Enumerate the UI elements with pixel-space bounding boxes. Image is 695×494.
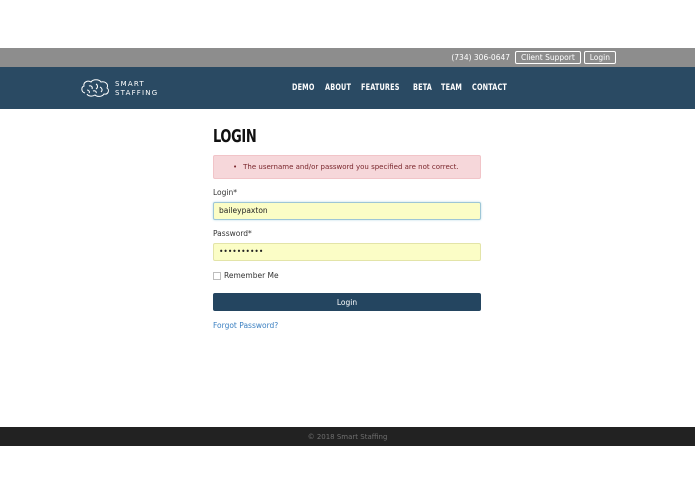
error-message: The username and/or password you specifi… [243,163,459,171]
client-support-button[interactable]: Client Support [515,51,581,64]
phone-number[interactable]: (734) 306-0647 [451,53,510,62]
password-input[interactable]: •••••••••• [213,243,481,261]
top-login-button[interactable]: Login [583,51,616,64]
login-input[interactable]: baileypaxton [213,202,481,220]
logo-text: SMART STAFFING [115,80,158,98]
logo-line-1: SMART [115,79,145,88]
login-submit-button[interactable]: Login [213,293,481,311]
logo[interactable]: SMART STAFFING [79,78,158,99]
bullet-icon: • [233,163,238,171]
remember-me-label: Remember Me [224,271,279,280]
page-title: LOGIN [213,126,257,147]
nav-links: DEMO ABOUT FEATURES BETA TEAM CONTACT [292,67,519,109]
nav-contact[interactable]: CONTACT [472,83,507,93]
login-label: Login* [213,188,237,197]
logo-line-2: STAFFING [115,88,159,97]
footer: © 2018 Smart Staffing [0,427,695,446]
nav-team[interactable]: TEAM [441,83,462,93]
brain-icon [79,78,111,99]
nav-about[interactable]: ABOUT [325,83,351,93]
nav-beta[interactable]: BETA [413,83,432,93]
forgot-password-link[interactable]: Forgot Password? [213,321,481,330]
remember-me[interactable]: Remember Me [213,271,481,280]
nav-features[interactable]: FEATURES [361,83,400,93]
login-form: LOGIN • The username and/or password you… [213,126,481,330]
password-label: Password* [213,229,252,238]
top-utility-bar: (734) 306-0647 Client Support Login [0,48,695,67]
nav-demo[interactable]: DEMO [292,83,315,93]
copyright-text: © 2018 Smart Staffing [307,432,388,441]
error-alert: • The username and/or password you speci… [213,155,481,179]
remember-me-checkbox[interactable] [213,271,221,280]
main-navbar: SMART STAFFING DEMO ABOUT FEATURES BETA … [0,67,695,109]
